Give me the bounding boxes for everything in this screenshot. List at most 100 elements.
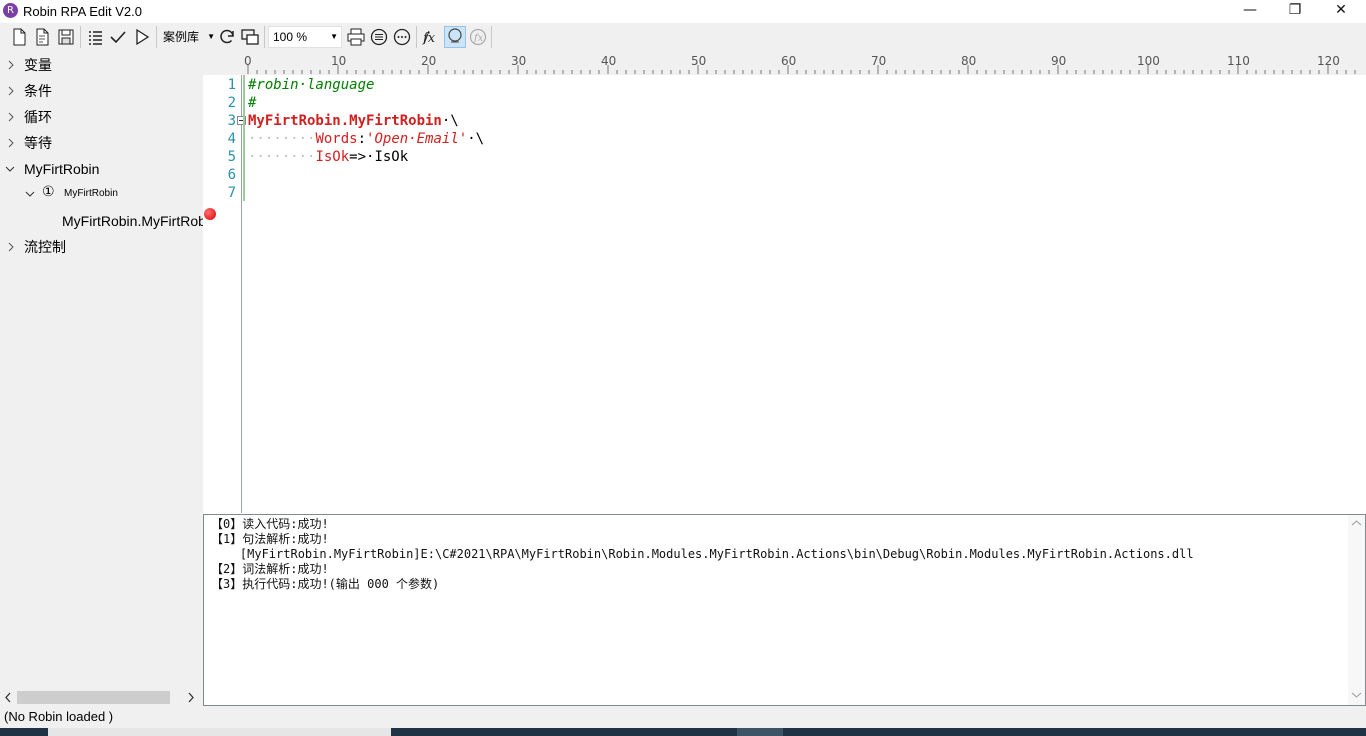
title-bar: R Robin RPA Edit V2.0 — ❐ ✕ [0,0,1366,23]
new-document-icon[interactable] [32,27,52,47]
tree-item-wait[interactable]: 等待 [0,131,203,155]
tree-horizontal-scrollbar[interactable] [0,689,203,706]
tree-item-myfirtrobin[interactable]: MyFirtRobin [0,157,203,181]
line-continuation: ·\ [441,113,459,129]
tree-item-myfirtrobin-module[interactable]: ① MyFirtRobin [0,182,203,206]
chevron-down-icon[interactable] [24,186,36,202]
close-button[interactable]: ✕ [1318,0,1364,23]
line-number: 1 [227,77,236,93]
action-tree: 变量 条件 循环 等待 MyFirtRobin ① MyFirtRobin My… [0,51,203,689]
ruler-label: 50 [691,54,707,68]
list-icon[interactable] [85,27,105,47]
indent-whitespace: ········ [248,131,316,147]
cases-library-label: 案例库 [163,30,200,44]
output-vertical-scrollbar[interactable] [1348,515,1365,705]
minimize-button[interactable]: — [1227,0,1273,23]
check-icon[interactable] [108,27,128,47]
cases-library-dropdown[interactable]: 案例库 ▼ [160,27,215,47]
run-icon[interactable] [132,27,152,47]
cursor-active-icon[interactable] [444,26,466,48]
ruler-label: 40 [601,54,617,68]
tree-item-flow-control[interactable]: 流控制 [0,235,203,259]
status-text: (No Robin loaded ) [4,709,114,724]
line-number: 4 [227,131,236,147]
tree-item-label: 循环 [24,109,52,125]
refresh-icon[interactable] [217,27,237,47]
tree-item-loops[interactable]: 循环 [0,105,203,129]
screen-capture-icon[interactable] [240,27,260,47]
ruler-label: 80 [961,54,977,68]
taskbar-active-app[interactable] [737,728,783,736]
tree-item-label: MyFirtRobin [64,188,118,199]
log-line: 【1】句法解析:成功! [211,532,329,546]
chevron-down-icon[interactable] [4,161,16,177]
change-indicator [243,75,245,201]
ruler-label: 110 [1227,54,1250,68]
app-icon: R [3,3,18,18]
string-literal: 'Open·Email' [366,131,468,147]
output-binding: =>·IsOk [349,149,409,165]
line-number: 5 [227,149,236,165]
code-line-3: MyFirtRobin.MyFirtRobin·\ [248,112,459,130]
tree-item-variables[interactable]: 变量 [0,53,203,77]
ruler-label: 30 [511,54,527,68]
tree-item-label: MyFirtRobin [24,161,100,177]
line-number: 7 [227,185,236,201]
taskbar-search-box[interactable] [48,728,391,736]
ruler-label: 10 [331,54,347,68]
chevron-down-icon: ▼ [330,32,338,41]
more-circle-icon[interactable] [392,27,412,47]
ruler-label: 60 [781,54,797,68]
tree-item-action[interactable]: MyFirtRobin.MyFirtRobin [0,209,203,233]
chevron-right-icon[interactable] [6,135,18,151]
scroll-right-icon[interactable] [186,692,196,703]
line-number: 2 [227,95,236,111]
chevron-right-icon[interactable] [6,109,18,125]
breakpoint-icon[interactable] [204,208,216,220]
log-line: [MyFirtRobin.MyFirtRobin]E:\C#2021\RPA\M… [211,547,1194,561]
code-editor[interactable]: 0 10 20 30 40 50 60 70 80 90 100 110 120… [203,51,1366,513]
scroll-left-icon[interactable] [3,692,13,703]
log-line: 【3】执行代码:成功!(输出 000 个参数) [211,577,440,591]
indent-whitespace: ········ [248,149,316,165]
line-number: 3 [227,113,236,129]
ruler-label: 20 [421,54,437,68]
fold-margin [241,75,242,513]
chevron-right-icon[interactable] [6,239,18,255]
tree-item-label: 等待 [24,135,52,151]
tree-item-label: MyFirtRobin.MyFirtRobin [62,213,203,229]
module-call-keyword: MyFirtRobin.MyFirtRobin [248,113,442,129]
code-line-2: # [248,95,257,111]
new-file-icon[interactable] [9,27,29,47]
toolbar: 案例库 ▼ 100 % ▼ fx fx [0,23,1366,51]
ruler-label: 120 [1317,54,1340,68]
chevron-right-icon[interactable] [6,57,18,73]
tree-item-conditions[interactable]: 条件 [0,79,203,103]
print-icon[interactable] [346,27,366,47]
ruler-label: 100 [1137,54,1160,68]
line-number-gutter[interactable]: 1 2 3 4 5 6 7 [203,75,241,513]
maximize-button[interactable]: ❐ [1272,0,1318,23]
param-name: Words [315,131,358,147]
zoom-value: 100 % [273,30,308,44]
code-line-5: ········IsOk=>·IsOk [248,148,408,166]
tree-item-label: 变量 [24,57,52,73]
save-icon[interactable] [56,27,76,47]
output-log[interactable]: 【0】读入代码:成功! 【1】句法解析:成功! [MyFirtRobin.MyF… [203,514,1366,706]
taskbar [0,728,1366,736]
line-continuation: ·\ [467,131,485,147]
function-icon[interactable]: fx [421,27,441,47]
scroll-down-icon[interactable] [1351,691,1362,699]
zoom-select[interactable]: 100 % ▼ [268,26,342,48]
line-number: 6 [227,167,236,183]
svg-text:fx: fx [473,33,484,44]
scrollbar-thumb[interactable] [17,691,170,704]
ruler-label: 70 [871,54,887,68]
module-badge-icon: ① [42,183,55,199]
chevron-down-icon: ▼ [207,32,215,41]
app-window: R Robin RPA Edit V2.0 — ❐ ✕ 案例库 ▼ 100 % … [0,0,1366,736]
scroll-up-icon[interactable] [1351,519,1362,527]
menu-circle-icon[interactable] [369,27,389,47]
chevron-right-icon[interactable] [6,83,18,99]
code-line-4: ········Words:'Open·Email'·\ [248,130,484,148]
